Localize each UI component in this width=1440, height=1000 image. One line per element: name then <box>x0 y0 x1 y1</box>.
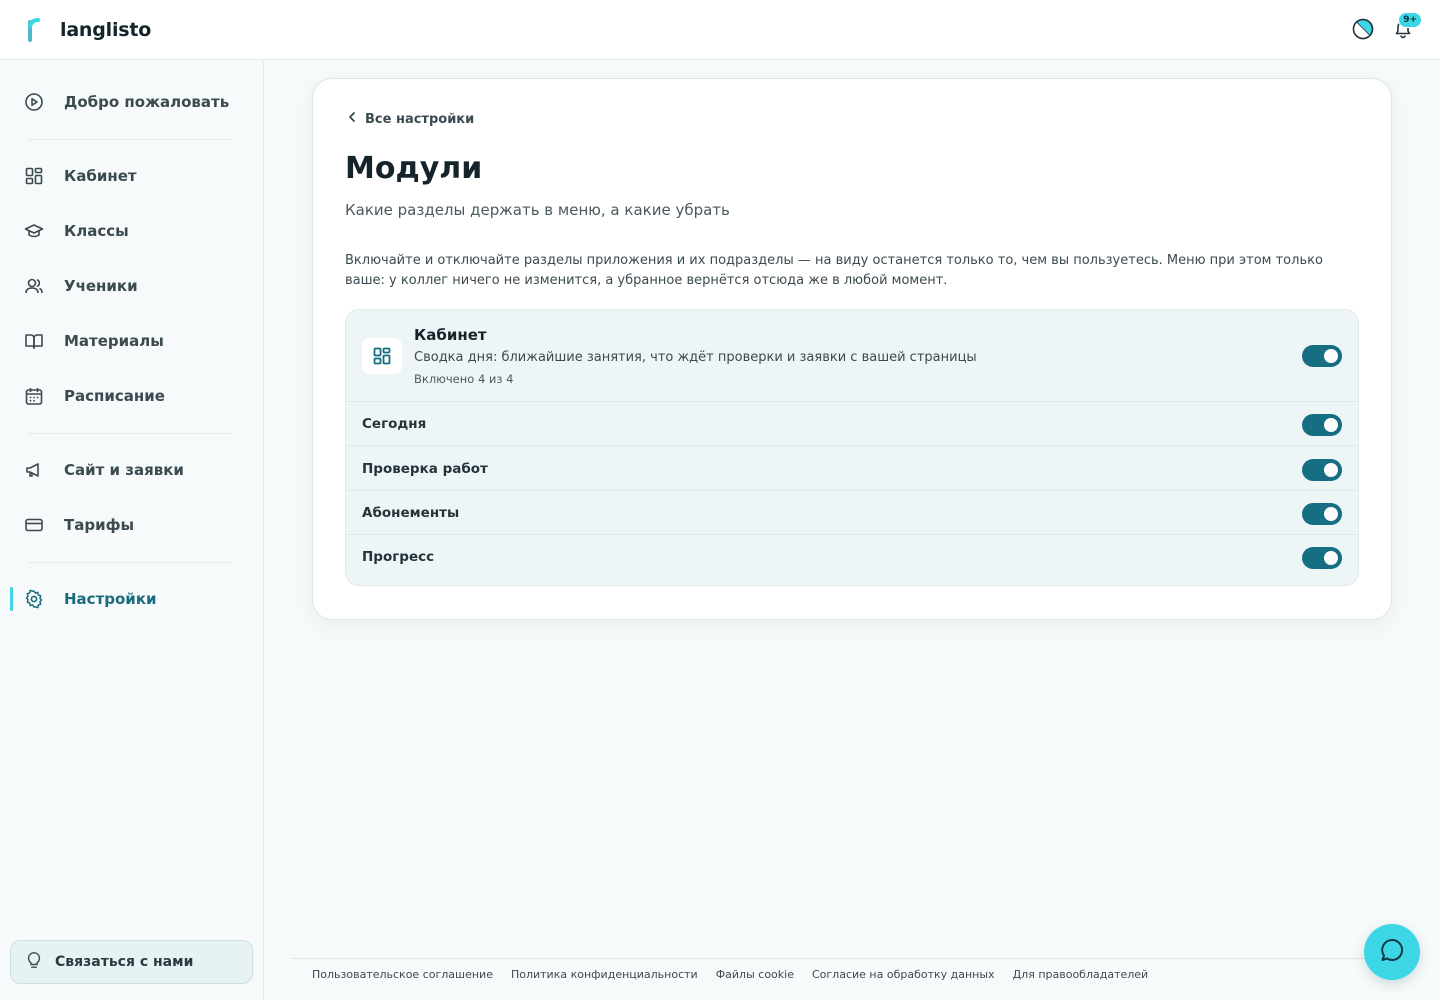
megaphone-icon <box>24 460 44 480</box>
sidebar-item-site[interactable]: Сайт и заявки <box>10 448 242 492</box>
modules-settings-card: Все настройки Модули Какие разделы держа… <box>312 78 1392 620</box>
sidebar-item-schedule[interactable]: Расписание <box>10 374 242 418</box>
back-link-label: Все настройки <box>365 111 475 127</box>
app-logo[interactable]: langlisto <box>24 16 151 44</box>
sidebar-item-welcome[interactable]: Добро пожаловать <box>10 80 242 124</box>
subsection-row: Прогресс <box>346 535 1358 579</box>
subsection-row: Проверка работ <box>346 447 1358 491</box>
back-to-settings-link[interactable]: Все настройки <box>347 111 474 127</box>
module-enabled-count: Включено 4 из 4 <box>414 372 514 386</box>
notification-badge: 9+ <box>1398 12 1422 28</box>
footer-link-privacy[interactable]: Политика конфиденциальности <box>511 968 698 981</box>
sidebar-item-label: Материалы <box>64 332 164 350</box>
sidebar-item-label: Классы <box>64 222 129 240</box>
users-icon <box>24 276 44 296</box>
calendar-icon <box>24 386 44 406</box>
contact-us-label: Связаться с нами <box>55 954 194 970</box>
notifications-bell-icon[interactable]: 9+ <box>1390 12 1422 42</box>
footer-link-terms[interactable]: Пользовательское соглашение <box>312 968 493 981</box>
graduation-cap-icon <box>24 221 44 241</box>
sidebar-item-dashboard[interactable]: Кабинет <box>10 154 242 198</box>
contact-us-button[interactable]: Связаться с нами <box>10 940 253 984</box>
play-circle-icon <box>24 92 44 112</box>
sidebar-item-settings[interactable]: Настройки <box>10 577 242 621</box>
sidebar-item-label: Настройки <box>64 590 157 608</box>
page-subtitle: Какие разделы держать в меню, а какие уб… <box>345 201 730 219</box>
book-open-icon <box>24 331 44 351</box>
subsection-review-toggle[interactable] <box>1302 459 1342 481</box>
page-title: Модули <box>345 151 483 186</box>
sidebar-divider <box>28 433 232 434</box>
module-dashboard-toggle[interactable] <box>1302 345 1342 367</box>
subsection-progress-toggle[interactable] <box>1302 547 1342 569</box>
subsection-label: Сегодня <box>362 416 427 432</box>
sidebar-item-materials[interactable]: Материалы <box>10 319 242 363</box>
subsection-label: Проверка работ <box>362 461 488 477</box>
chevron-left-icon <box>347 111 357 127</box>
sidebar-item-label: Кабинет <box>64 167 137 185</box>
subsection-label: Прогресс <box>362 549 435 565</box>
page-description: Включайте и отключайте разделы приложени… <box>345 253 1323 288</box>
subsection-row: Абонементы <box>346 491 1358 535</box>
top-header: langlisto 9+ <box>0 0 1440 60</box>
sidebar-divider <box>28 562 232 563</box>
app-name: langlisto <box>60 18 152 41</box>
sidebar-item-classes[interactable]: Классы <box>10 209 242 253</box>
dashboard-grid-icon <box>362 338 402 374</box>
chat-bubble-icon <box>1379 937 1405 967</box>
sidebar-item-label: Ученики <box>64 277 138 295</box>
footer-link-consent[interactable]: Согласие на обработку данных <box>812 968 995 981</box>
subsection-today-toggle[interactable] <box>1302 414 1342 436</box>
subsection-subscriptions-toggle[interactable] <box>1302 503 1342 525</box>
sidebar-item-label: Тарифы <box>64 516 135 534</box>
gear-icon <box>24 589 44 609</box>
footer-link-cookies[interactable]: Файлы cookie <box>716 968 794 981</box>
sidebar-item-tariffs[interactable]: Тарифы <box>10 503 242 547</box>
sidebar-item-students[interactable]: Ученики <box>10 264 242 308</box>
lightbulb-icon <box>25 951 43 973</box>
theme-toggle-icon[interactable] <box>1350 16 1376 42</box>
header-actions: 9+ <box>1350 12 1422 42</box>
footer-links: Пользовательское соглашение Политика кон… <box>312 968 1148 981</box>
footer-divider <box>292 958 1372 959</box>
footer-link-rightholders[interactable]: Для правообладателей <box>1013 968 1149 981</box>
chat-button[interactable] <box>1364 924 1420 980</box>
sidebar-divider <box>28 139 232 140</box>
sidebar: Добро пожаловать Кабинет Классы Ученики … <box>0 60 264 1000</box>
module-description: Сводка дня: ближайшие занятия, что ждёт … <box>414 350 977 365</box>
subsection-label: Абонементы <box>362 505 460 521</box>
subsection-row: Сегодня <box>346 402 1358 446</box>
module-header: Кабинет Сводка дня: ближайшие занятия, ч… <box>346 310 1358 402</box>
logo-mark-icon <box>24 16 44 44</box>
credit-card-icon <box>24 515 44 535</box>
module-title: Кабинет <box>414 326 487 344</box>
module-dashboard: Кабинет Сводка дня: ближайшие занятия, ч… <box>345 309 1359 586</box>
sidebar-item-label: Расписание <box>64 387 165 405</box>
dashboard-grid-icon <box>24 166 44 186</box>
sidebar-item-label: Добро пожаловать <box>64 93 230 111</box>
sidebar-item-label: Сайт и заявки <box>64 461 184 479</box>
